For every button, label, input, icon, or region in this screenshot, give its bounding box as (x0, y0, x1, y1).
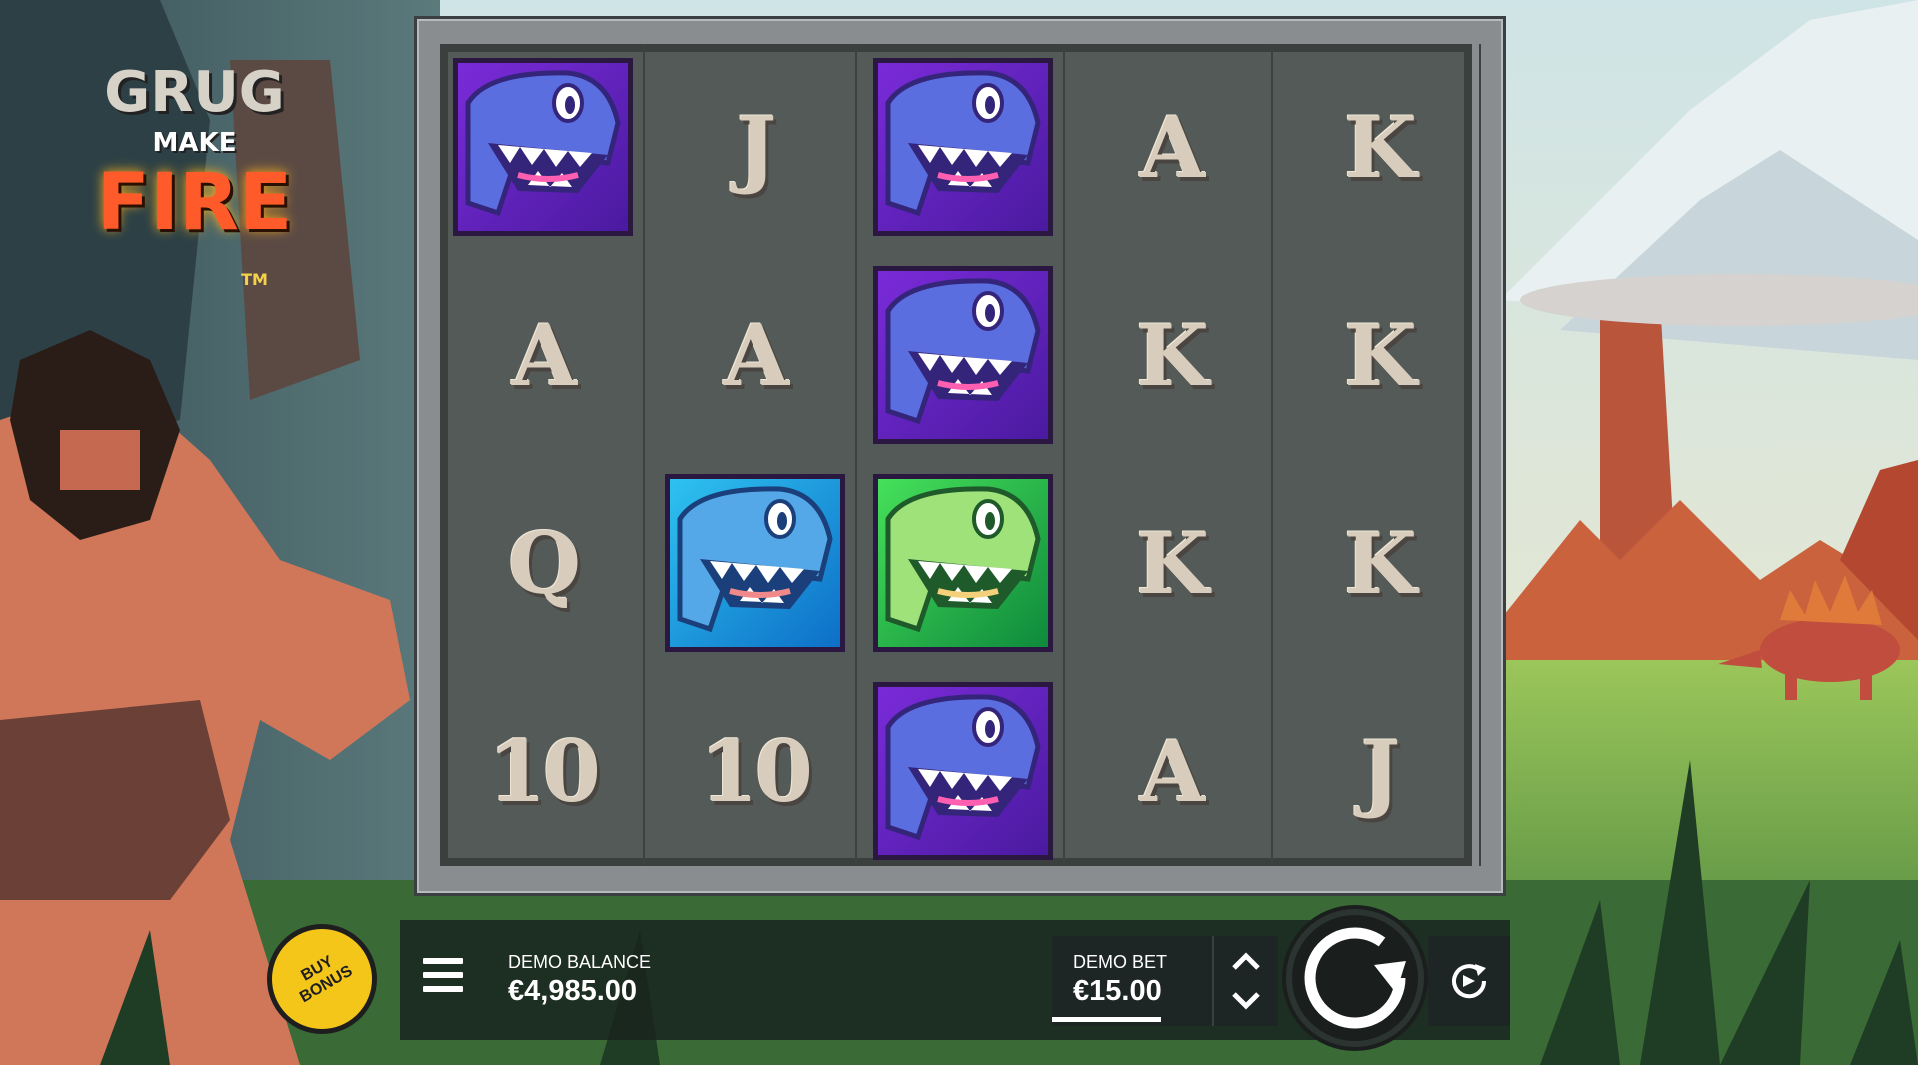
autoplay-button[interactable] (1428, 936, 1510, 1026)
bet-value: €15.00 (1073, 975, 1162, 1007)
reel-symbol: J (1276, 668, 1481, 874)
reel-symbol: K (1276, 44, 1481, 250)
balance-value: €4,985.00 (508, 975, 638, 1007)
menu-button[interactable] (418, 958, 468, 1002)
green-dino-icon (872, 474, 1053, 652)
purple-dino-icon (872, 682, 1053, 860)
symbol-letter: A (1139, 97, 1205, 197)
reel-symbol: Q (440, 460, 645, 666)
logo-line-1: GRUG (104, 60, 285, 125)
bet-label: DEMO BET (1073, 952, 1168, 972)
bet-adjust-button[interactable] (1214, 936, 1278, 1026)
symbol-letter: K (1135, 513, 1209, 613)
reel-symbol (440, 44, 645, 250)
reel-symbol (860, 668, 1065, 874)
symbol-letter: K (1343, 97, 1417, 197)
logo-line-3: FIRE (96, 158, 293, 248)
autoplay-icon (1452, 964, 1487, 999)
symbol-letter: K (1343, 513, 1417, 613)
reel-symbol: A (652, 252, 857, 458)
hamburger-menu-icon (418, 958, 468, 992)
symbol-letter: 10 (488, 721, 601, 821)
purple-dino-icon (452, 58, 633, 236)
game-logo: GRUG MAKE FIRE TM (62, 40, 327, 330)
symbol-letter: A (511, 305, 577, 405)
reel-symbol: K (1068, 460, 1273, 666)
blue-dino-icon (664, 474, 845, 652)
reel-symbol: 10 (440, 668, 645, 874)
symbol-letter: K (1135, 305, 1209, 405)
reel-symbol: K (1276, 460, 1481, 666)
reel-symbol (860, 460, 1065, 666)
balance-label: DEMO BALANCE (508, 952, 652, 972)
buy-bonus-button[interactable]: BUY BONUS (267, 924, 377, 1034)
spin-arrow-icon (1286, 909, 1424, 1047)
logo-trademark: TM (241, 270, 268, 289)
spin-button[interactable] (1282, 905, 1428, 1051)
reel-symbol (860, 44, 1065, 250)
logo-line-2: MAKE (152, 128, 237, 158)
symbol-letter: J (736, 97, 777, 197)
buy-bonus-label: BUY BONUS (270, 936, 375, 1017)
chevron-up-down-icon (1232, 952, 1260, 1010)
reel-symbol: A (440, 252, 645, 458)
symbol-letter: 10 (700, 721, 813, 821)
bet-level-indicator (1052, 1017, 1161, 1022)
purple-dino-icon (872, 58, 1053, 236)
reel-symbol: J (652, 44, 857, 250)
symbol-letter: K (1343, 305, 1417, 405)
reel-symbol (652, 460, 857, 666)
reel-symbol: 10 (652, 668, 857, 874)
symbol-letter: A (723, 305, 789, 405)
symbol-letter: A (1139, 721, 1205, 821)
reel-symbol: K (1068, 252, 1273, 458)
reel-symbol: K (1276, 252, 1481, 458)
symbol-letter: Q (507, 513, 581, 613)
reel-symbol: A (1068, 668, 1273, 874)
reel-symbol (860, 252, 1065, 458)
reel-symbol: A (1068, 44, 1273, 250)
purple-dino-icon (872, 266, 1053, 444)
symbol-letter: J (1360, 721, 1401, 821)
